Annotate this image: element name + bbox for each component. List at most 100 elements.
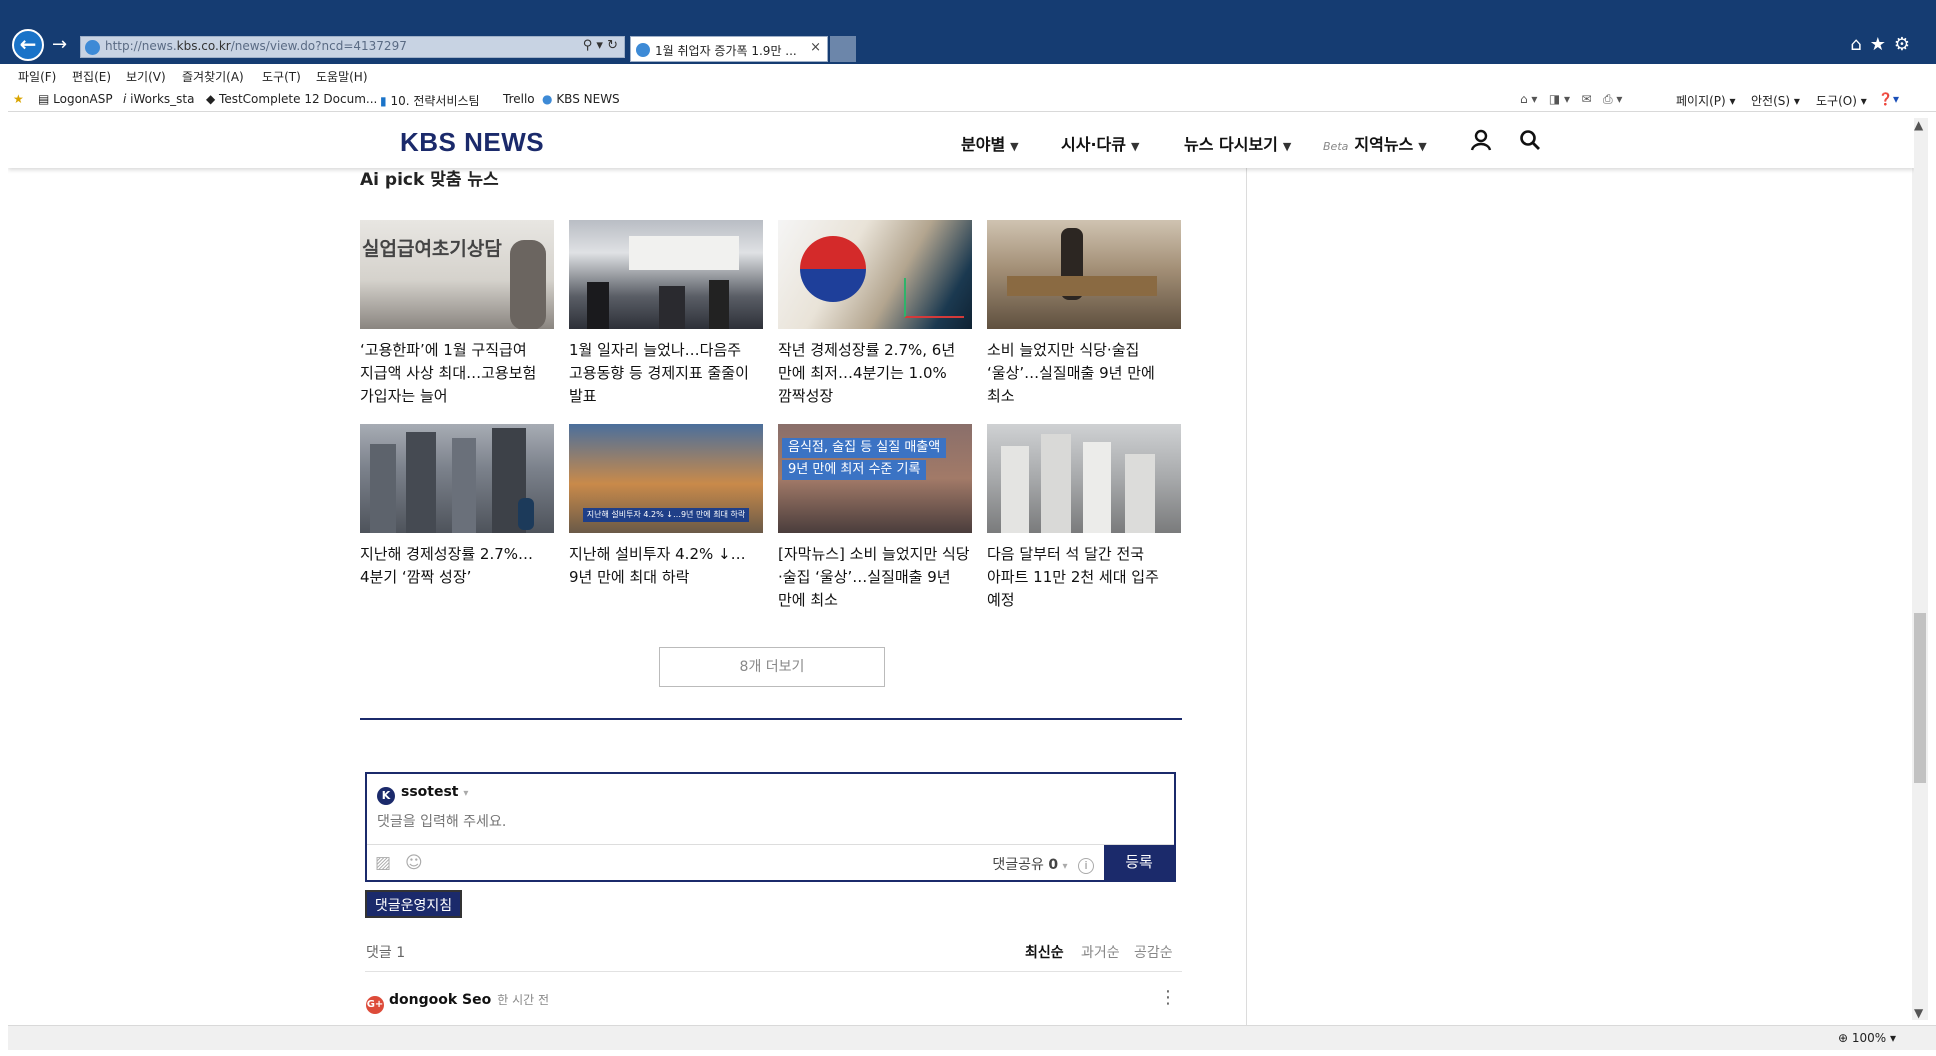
nav-category[interactable]: 분야별 ▼ — [961, 131, 1019, 155]
scrollbar-thumb[interactable] — [1914, 613, 1926, 783]
address-url[interactable]: http://news.kbs.co.kr/news/view.do?ncd=4… — [105, 39, 407, 53]
comment-share[interactable]: 댓글공유 0 ▾ i — [992, 854, 1094, 874]
help-icon[interactable]: ❓▾ — [1878, 92, 1899, 106]
comment-editor: Kssotest ▾ ▨ ☺ 댓글공유 0 ▾ i 등록 — [365, 772, 1176, 882]
search-icon[interactable] — [1519, 129, 1541, 156]
nav-regional[interactable]: Beta 지역뉴스 ▼ — [1323, 131, 1427, 155]
cmd-safety[interactable]: 안전(S) ▾ — [1751, 92, 1800, 109]
back-button[interactable]: ← — [12, 29, 44, 61]
image-icon[interactable]: ▨ — [375, 853, 391, 873]
info-icon[interactable]: i — [1078, 858, 1094, 874]
page-scrollbar[interactable]: ▲ ▼ — [1912, 118, 1928, 1020]
comment-separator — [365, 971, 1182, 972]
fav-iworks[interactable]: i iWorks_sta — [123, 92, 194, 106]
article-thumbnail[interactable]: 실업급여초기상담 — [360, 220, 554, 329]
kbs-account-icon: K — [377, 787, 395, 805]
comment-toolbar: ▨ ☺ 댓글공유 0 ▾ i 등록 — [367, 844, 1174, 880]
cmd-page[interactable]: 페이지(P) ▾ — [1676, 92, 1736, 109]
article-thumbnail[interactable]: 지난해 설비투자 4.2% ↓…9년 만에 최대 하락 — [569, 424, 763, 533]
article-card[interactable]: 실업급여초기상담 ‘고용한파’에 1월 구직급여 지급액 사상 최대…고용보험 … — [360, 220, 554, 408]
site-header: KBS NEWS 분야별 ▼ 시사·다큐 ▼ 뉴스 다시보기 ▼ Beta 지역뉴스 ▼ — [8, 113, 1914, 168]
comment-author: G+ dongook Seo 한 시간 전 — [366, 991, 549, 1014]
article-thumbnail[interactable] — [360, 424, 554, 533]
nav-news-replay[interactable]: 뉴스 다시보기 ▼ — [1184, 131, 1291, 155]
menu-bar: 파일(F) 편집(E) 보기(V) 즐겨찾기(A) 도구(T) 도움말(H) — [8, 64, 1936, 86]
article-title[interactable]: 소비 늘었지만 식당·술집 ‘울상’…실질매출 9년 만에 최소 — [987, 339, 1181, 408]
article-card[interactable]: 작년 경제성장률 2.7%, 6년 만에 최저…4분기는 1.0% 깜짝성장 — [778, 220, 972, 408]
article-thumbnail[interactable]: 음식점, 술집 등 실질 매출액 9년 만에 최저 수준 기록 — [778, 424, 972, 533]
tab-current[interactable]: 1월 취업자 증가폭 1.9만 ... × — [630, 36, 828, 62]
menu-favorites[interactable]: 즐겨찾기(A) — [182, 68, 244, 85]
google-plus-icon: G+ — [366, 996, 384, 1014]
sort-oldest[interactable]: 과거순 — [1081, 942, 1120, 962]
more-articles-button[interactable]: 8개 더보기 — [659, 647, 885, 687]
article-title[interactable]: 1월 일자리 늘었나…다음주 고용동향 등 경제지표 줄줄이 발표 — [569, 339, 763, 408]
favorites-bar: ★ ▤ LogonASP i iWorks_sta ◆ TestComplete… — [8, 86, 1936, 112]
fav-strategy-team[interactable]: ▮ 10. 전략서비스팀 — [380, 92, 480, 109]
browser-titlebar: ← → http://news.kbs.co.kr/news/view.do?n… — [0, 0, 1936, 64]
thumbnail-caption: 실업급여초기상담 — [362, 238, 502, 260]
fav-kbs-news[interactable]: ● KBS NEWS — [542, 92, 620, 106]
article-title[interactable]: [자막뉴스] 소비 늘었지만 식당·술집 ‘울상’…실질매출 9년 만에 최소 — [778, 543, 972, 612]
article-thumbnail[interactable] — [987, 424, 1181, 533]
zoom-control[interactable]: ⊕ 100% ▾ — [1838, 1031, 1896, 1045]
forward-button[interactable]: → — [52, 34, 67, 55]
command-icons[interactable]: ⌂ ▾ ◨ ▾ ✉ ⎙ ▾ — [1520, 92, 1622, 107]
section-divider — [360, 718, 1182, 720]
menu-file[interactable]: 파일(F) — [18, 68, 56, 85]
scroll-up-icon[interactable]: ▲ — [1914, 118, 1923, 132]
status-bar: ⊕ 100% ▾ — [8, 1025, 1936, 1050]
fav-testcomplete[interactable]: ◆ TestComplete 12 Docum... — [206, 92, 377, 106]
article-title[interactable]: 작년 경제성장률 2.7%, 6년 만에 최저…4분기는 1.0% 깜짝성장 — [778, 339, 972, 408]
site-logo[interactable]: KBS NEWS — [400, 127, 544, 158]
emoji-icon[interactable]: ☺ — [405, 853, 423, 873]
comment-input[interactable] — [377, 814, 1157, 830]
article-title[interactable]: ‘고용한파’에 1월 구직급여 지급액 사상 최대…고용보험 가입자는 늘어 — [360, 339, 554, 408]
scroll-down-icon[interactable]: ▼ — [1914, 1006, 1923, 1020]
more-options-icon[interactable]: ⋮ — [1159, 987, 1177, 1008]
address-bar[interactable]: http://news.kbs.co.kr/news/view.do?ncd=4… — [80, 36, 625, 58]
home-favorites-settings-icons[interactable]: ⌂★⚙ — [1850, 34, 1918, 55]
tab-close-icon[interactable]: × — [810, 40, 821, 55]
thumbnail-caption: 음식점, 술집 등 실질 매출액 — [782, 438, 947, 458]
chevron-down-icon: ▼ — [1418, 140, 1427, 153]
thumbnail-caption: 지난해 설비투자 4.2% ↓…9년 만에 최대 하락 — [583, 508, 749, 522]
sidebar-divider — [1246, 168, 1247, 1025]
menu-help[interactable]: 도움말(H) — [316, 68, 368, 85]
article-card[interactable]: 음식점, 술집 등 실질 매출액 9년 만에 최저 수준 기록 [자막뉴스] 소… — [778, 424, 972, 612]
article-card[interactable]: 1월 일자리 늘었나…다음주 고용동향 등 경제지표 줄줄이 발표 — [569, 220, 763, 408]
article-card[interactable]: 지난해 경제성장률 2.7%…4분기 ‘깜짝 성장’ — [360, 424, 554, 589]
article-title[interactable]: 지난해 경제성장률 2.7%…4분기 ‘깜짝 성장’ — [360, 543, 554, 589]
article-card[interactable]: 소비 늘었지만 식당·술집 ‘울상’…실질매출 9년 만에 최소 — [987, 220, 1181, 408]
menu-tools[interactable]: 도구(T) — [262, 68, 301, 85]
web-page: KBS NEWS 분야별 ▼ 시사·다큐 ▼ 뉴스 다시보기 ▼ Beta 지역뉴스 ▼ … — [8, 113, 1914, 1025]
article-card[interactable]: 다음 달부터 석 달간 전국 아파트 11만 2천 세대 입주 예정 — [987, 424, 1181, 612]
tab-title: 1월 취업자 증가폭 1.9만 ... — [655, 44, 797, 58]
article-thumbnail[interactable] — [778, 220, 972, 329]
thumbnail-caption-2: 9년 만에 최저 수준 기록 — [782, 460, 927, 480]
search-refresh-icons[interactable]: ⚲ ▾ ↻ — [583, 38, 618, 53]
section-title: Ai pick 맞춤 뉴스 — [360, 170, 499, 190]
article-thumbnail[interactable] — [987, 220, 1181, 329]
submit-button[interactable]: 등록 — [1104, 845, 1174, 880]
user-icon[interactable] — [1470, 129, 1492, 156]
nav-current-affairs[interactable]: 시사·다큐 ▼ — [1061, 131, 1139, 155]
fav-logonasp[interactable]: ▤ LogonASP — [38, 92, 113, 106]
zoom-icon: ⊕ — [1837, 1031, 1848, 1045]
fav-trello[interactable]: Trello — [503, 92, 535, 106]
article-card[interactable]: 지난해 설비투자 4.2% ↓…9년 만에 최대 하락 지난해 설비투자 4.2… — [569, 424, 763, 589]
article-title[interactable]: 다음 달부터 석 달간 전국 아파트 11만 2천 세대 입주 예정 — [987, 543, 1181, 612]
comment-time: 한 시간 전 — [497, 993, 550, 1007]
comment-policy-button[interactable]: 댓글운영지침 — [365, 890, 462, 918]
article-title[interactable]: 지난해 설비투자 4.2% ↓…9년 만에 최대 하락 — [569, 543, 763, 589]
sort-latest[interactable]: 최신순 — [1025, 942, 1064, 962]
new-tab-button[interactable] — [830, 36, 856, 62]
menu-view[interactable]: 보기(V) — [126, 68, 166, 85]
favorites-star-icon[interactable]: ★ — [13, 92, 24, 106]
sort-likes[interactable]: 공감순 — [1134, 942, 1173, 962]
menu-edit[interactable]: 편집(E) — [72, 68, 111, 85]
cmd-tools[interactable]: 도구(O) ▾ — [1816, 92, 1867, 109]
article-thumbnail[interactable] — [569, 220, 763, 329]
comment-user[interactable]: Kssotest ▾ — [377, 784, 468, 805]
comment-count: 댓글 1 — [366, 945, 406, 961]
